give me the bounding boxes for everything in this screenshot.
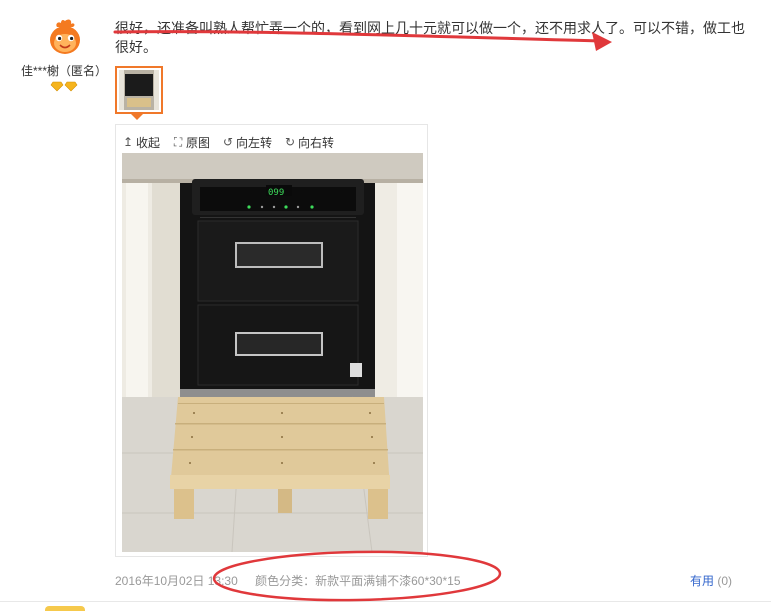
rotate-left-label: 向左转 — [236, 135, 273, 150]
useful-count: (0) — [717, 574, 733, 588]
display-reading: 099 — [268, 188, 284, 198]
expand-icon: ⛶ — [173, 134, 183, 149]
review-divider — [0, 601, 771, 602]
taobao-mascot-icon — [45, 17, 85, 57]
review-content: 很好，还准备叫熟人帮忙弄一个的，看到网上几十元就可以做一个，还不用求人了。可以不… — [115, 20, 745, 55]
user-name[interactable]: 佳***榭（匿名） — [14, 62, 114, 79]
useful-label: 有用 — [690, 574, 715, 588]
arrow-up-icon: ↥ — [122, 135, 134, 149]
photo-preview-panel: ↥ 收起 ⛶ 原图 ↺ 向左转 ↻ 向右转 099 — [115, 124, 428, 557]
rotate-left-icon: ↺ — [223, 135, 234, 149]
original-label: 原图 — [186, 135, 211, 150]
product-photo: 099 — [122, 153, 423, 552]
useful-button[interactable]: 有用 (0) — [690, 572, 732, 589]
rotate-right-label: 向右转 — [298, 135, 335, 150]
rotate-right-button[interactable]: ↻ 向右转 — [284, 133, 334, 151]
diamond-level-icon — [50, 81, 78, 92]
next-review-avatar — [45, 606, 85, 611]
collapse-label: 收起 — [136, 135, 161, 150]
thumbnail-pointer — [131, 114, 143, 120]
sku-info: 颜色分类：新款平面满铺不漆60*30*15 — [255, 574, 461, 588]
review-date: 2016年10月02日 13:30 — [115, 574, 238, 588]
review-page: 佳***榭（匿名） 很好，还准备叫熟人帮忙弄一个的，看到网上几十元就可以做一个，… — [0, 0, 771, 611]
original-image-button[interactable]: ⛶ 原图 — [172, 133, 210, 151]
review-photo-large[interactable]: 099 — [122, 153, 423, 552]
thumbnail-image — [119, 70, 159, 110]
review-photo-thumbnail[interactable] — [115, 66, 163, 114]
user-avatar — [45, 17, 85, 57]
rotate-left-button[interactable]: ↺ 向左转 — [222, 133, 272, 151]
preview-toolbar: ↥ 收起 ⛶ 原图 ↺ 向左转 ↻ 向右转 — [122, 133, 334, 151]
review-meta: 2016年10月02日 13:30 颜色分类：新款平面满铺不漆60*30*15 — [115, 572, 461, 589]
rotate-right-icon: ↻ — [285, 135, 296, 149]
collapse-button[interactable]: ↥ 收起 — [122, 133, 160, 151]
